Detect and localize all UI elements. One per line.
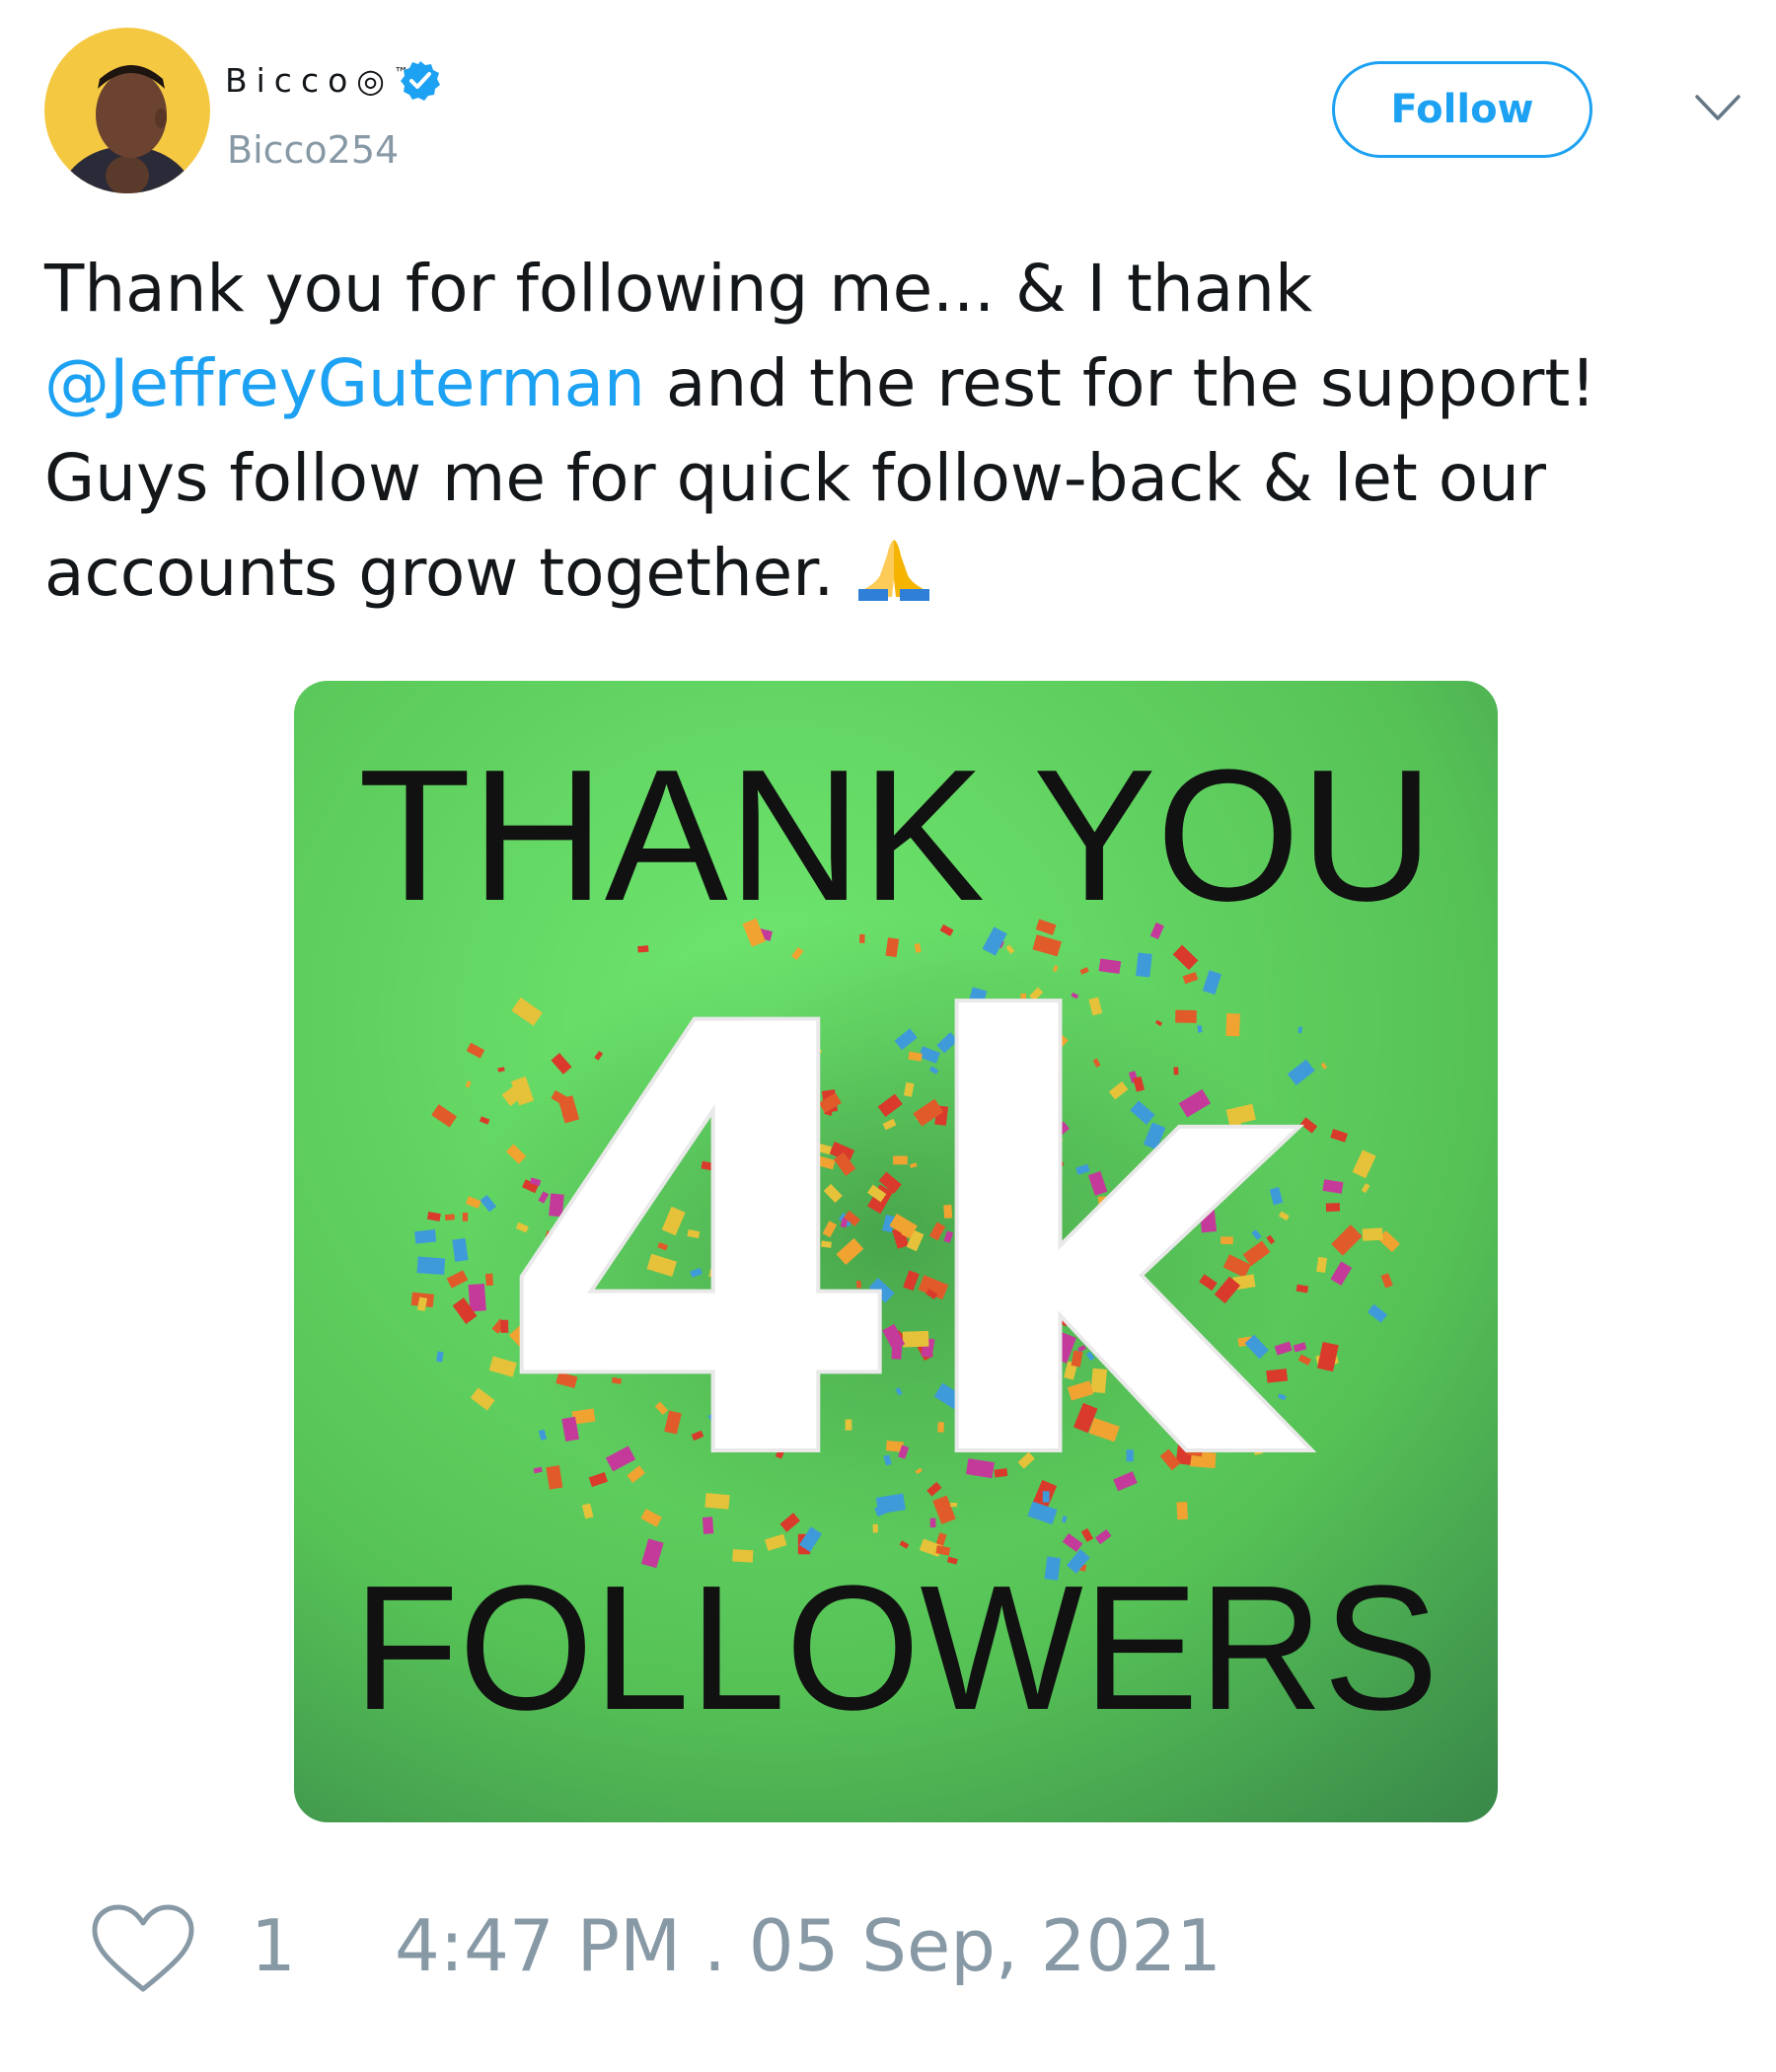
verified-badge-icon (401, 61, 440, 101)
like-count: 1 (251, 1904, 296, 1987)
tweet-text-part1: Thank you for following me... & I thank (44, 251, 1313, 327)
avatar[interactable] (44, 28, 210, 193)
confetti-piece (416, 1256, 446, 1276)
folded-hands-emoji (858, 540, 930, 601)
thank-you-4k-followers-graphic: THANK YOU 4k FOLLOWERS (294, 681, 1498, 1822)
confetti-piece (1325, 1203, 1341, 1213)
mention-link[interactable]: @JeffreyGuterman (44, 345, 645, 421)
graphic-big-number: 4k (495, 901, 1314, 1591)
chevron-down-icon[interactable] (1693, 91, 1742, 124)
heart-outline-icon[interactable] (89, 1902, 197, 1997)
confetti-piece (414, 1229, 437, 1244)
confetti-piece (468, 1283, 486, 1312)
tweet-timestamp[interactable]: 4:47 PM . 05 Sep, 2021 (395, 1904, 1221, 1987)
follow-button[interactable]: Follow (1332, 61, 1592, 158)
confetti-piece (484, 1273, 494, 1287)
user-handle[interactable]: Bicco254 (227, 128, 399, 172)
confetti-piece (462, 1212, 469, 1221)
display-name-text: Bicco◎ (225, 61, 395, 100)
tweet-media-image[interactable]: THANK YOU 4k FOLLOWERS (294, 681, 1498, 1822)
avatar-photo (44, 28, 210, 193)
confetti-piece (444, 1214, 455, 1221)
graphic-line2: FOLLOWERS (353, 1549, 1439, 1747)
display-name[interactable]: Bicco◎™ (225, 61, 410, 100)
tweet-text: Thank you for following me... & I thank … (44, 242, 1741, 621)
confetti-piece (1362, 1227, 1383, 1241)
